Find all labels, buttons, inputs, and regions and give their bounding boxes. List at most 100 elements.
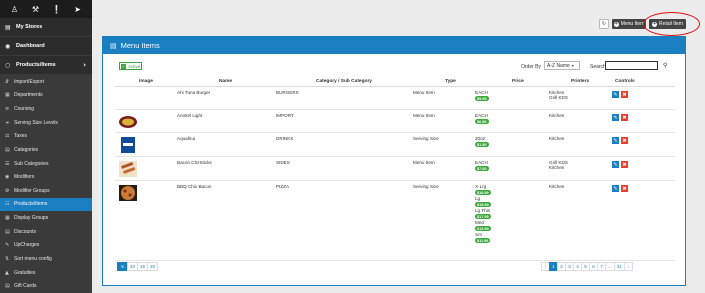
sidebar-item-label: Serving Size Levels: [14, 119, 58, 126]
add-menu-item-button[interactable]: + Menu Item: [612, 19, 646, 29]
price-size: EACH: [475, 90, 488, 95]
sidebar-item-sort-menu-config[interactable]: ⇅ Sort menu config: [0, 252, 92, 266]
edit-button[interactable]: ✎: [612, 137, 619, 144]
sidebar-item-label: Taxes: [14, 133, 28, 140]
price-list: EACH $6.50: [475, 113, 489, 124]
menu-item-icon: ✎: [5, 242, 10, 249]
item-category: BURGERS: [276, 90, 299, 95]
edit-button[interactable]: ✎: [612, 185, 619, 192]
edit-button[interactable]: ✎: [612, 161, 619, 168]
printers-list: Kitchen: [549, 113, 564, 118]
sidebar-item-display-groups[interactable]: ▦ Display Groups: [0, 211, 92, 225]
signout-icon[interactable]: ➤: [71, 2, 85, 16]
delete-button[interactable]: ✖: [621, 185, 628, 192]
check-icon: ✓: [121, 63, 126, 69]
next-page-button[interactable]: ›: [623, 262, 633, 271]
table-row: Amstel Light IMPORT Menu Item EACH $6.50 Kitc…: [115, 110, 675, 133]
price-size: Lg Thin: [475, 208, 491, 213]
delete-button[interactable]: ✖: [621, 91, 628, 98]
order-by-select[interactable]: A-Z Name ▾: [544, 61, 580, 70]
highlight-circle: [643, 12, 700, 36]
printer-name: Kitchen: [549, 136, 565, 141]
item-image: [118, 113, 138, 131]
sidebar: ♙ ⚒ ❕ ➤ ▤ My Stores ◉ Dashboard ○ Produc…: [0, 0, 92, 293]
item-type: Menu Item: [413, 90, 435, 95]
menu-item-icon: ⇅: [5, 255, 10, 262]
item-type: Serving Size: [413, 184, 439, 189]
sidebar-item-departments[interactable]: ▦ Departments: [0, 88, 92, 103]
top-bar: ↻ + Menu Item + Retail Item: [92, 0, 705, 30]
sidebar-item-label: Departments: [14, 92, 43, 99]
search-input[interactable]: [605, 61, 658, 70]
sidebar-item-sub-categories[interactable]: ☰ Sub Categories: [0, 156, 92, 171]
active-filter-toggle[interactable]: ✓ Active: [119, 62, 142, 70]
item-image: [118, 160, 138, 178]
sidebar-item-products[interactable]: ○ Products/Items ›: [0, 56, 92, 75]
menu-item-icon: ☷: [5, 201, 10, 208]
delete-button[interactable]: ✖: [621, 137, 628, 144]
sidebar-item-modifier-groups[interactable]: ⚙ Modifier Groups: [0, 184, 92, 198]
sidebar-item-upcharges[interactable]: ✎ UpCharges: [0, 238, 92, 253]
sidebar-item-label: UpCharges: [14, 242, 40, 249]
edit-button[interactable]: ✎: [612, 114, 619, 121]
price-size: Sm: [475, 232, 482, 237]
item-name: BBQ Chix Bacon: [177, 184, 212, 189]
plus-icon: +: [613, 20, 619, 27]
sidebar-item-label: Categories: [14, 146, 39, 153]
sidebar-item-categories[interactable]: ▤ Categories: [0, 143, 92, 157]
sidebar-item-coursing[interactable]: ≡ Coursing: [0, 102, 92, 116]
refresh-button[interactable]: ↻: [599, 19, 609, 29]
price-badge: $15.99: [475, 202, 491, 207]
page-size-selector: 5 10 15 20: [117, 262, 158, 271]
item-category: SIDES: [276, 160, 290, 165]
col-controls: Controls: [615, 79, 635, 84]
printers-list: Kitchen: [549, 136, 564, 141]
printers-list: Kitchen Grill KDS: [549, 90, 568, 100]
price-badge: $1.50: [475, 142, 489, 147]
delete-button[interactable]: ✖: [621, 161, 628, 168]
page-size-option[interactable]: 20: [147, 262, 158, 271]
printers-list: Grill KDS Kitchen: [549, 160, 568, 170]
sidebar-item-taxes[interactable]: ⚖ Taxes: [0, 129, 92, 144]
price-size: EACH: [475, 160, 488, 165]
price-size: EACH: [475, 113, 488, 118]
sidebar-item-products-items[interactable]: ☷ Products/Items: [0, 197, 92, 212]
sidebar-item-gift-cards[interactable]: ▤ Gift Cards: [0, 279, 92, 293]
col-category: Category / Sub Category: [316, 79, 372, 84]
item-name: Amstel Light: [177, 113, 203, 118]
table-row: Aquafina DRINKS Serving Size 20oz $1.50 Kitch…: [115, 133, 675, 157]
row-controls: ✎ ✖: [612, 114, 628, 121]
edit-button[interactable]: ✎: [612, 91, 619, 98]
sidebar-item-label: Discounts: [14, 228, 36, 235]
table-row: Bacon ChzSticks SIDES Menu Item EACH $7.00 Gr…: [115, 157, 675, 181]
user-icon[interactable]: ♙: [8, 2, 22, 16]
sidebar-item-serving-size-levels[interactable]: ☙ Serving Size Levels: [0, 115, 92, 130]
sidebar-item-label: Gratuities: [14, 269, 36, 276]
order-by-label: Order By: [521, 64, 542, 70]
menu-item-icon: ☰: [5, 160, 10, 167]
price-badge: $13.99: [475, 226, 491, 231]
sidebar-item-discounts[interactable]: ▤ Discounts: [0, 224, 92, 239]
col-name: Name: [219, 79, 233, 84]
printer-name: Kitchen: [549, 165, 565, 170]
col-image: Image: [139, 79, 153, 84]
search-icon[interactable]: ⚲: [663, 62, 667, 69]
wrench-icon[interactable]: ⚒: [29, 2, 43, 16]
sidebar-item-modifiers[interactable]: ◉ Modifiers: [0, 170, 92, 184]
info-icon[interactable]: ❕: [50, 2, 64, 16]
sidebar-item-label: Import/Export: [14, 78, 45, 85]
table-row: BBQ Chix Bacon PIZZA Serving Size X-Lrg $18.…: [115, 181, 675, 261]
sidebar-item-import-export[interactable]: ⇵ Import/Export: [0, 75, 92, 89]
chevron-right-icon: ›: [83, 61, 86, 69]
sidebar-item-dashboard[interactable]: ◉ Dashboard: [0, 37, 92, 56]
menu-item-icon: ◉: [5, 174, 10, 181]
price-badge: $6.50: [475, 119, 489, 124]
sidebar-item-label: Sort menu config: [14, 255, 52, 262]
item-category: DRINKS: [276, 136, 294, 141]
caret-down-icon: ▾: [571, 63, 574, 68]
sidebar-item-my-stores[interactable]: ▤ My Stores: [0, 18, 92, 37]
item-category: IMPORT: [276, 113, 294, 118]
delete-button[interactable]: ✖: [621, 114, 628, 121]
sidebar-item-gratuities[interactable]: ▲ Gratuities: [0, 265, 92, 280]
sidebar-top-icons: ♙ ⚒ ❕ ➤: [0, 0, 92, 18]
